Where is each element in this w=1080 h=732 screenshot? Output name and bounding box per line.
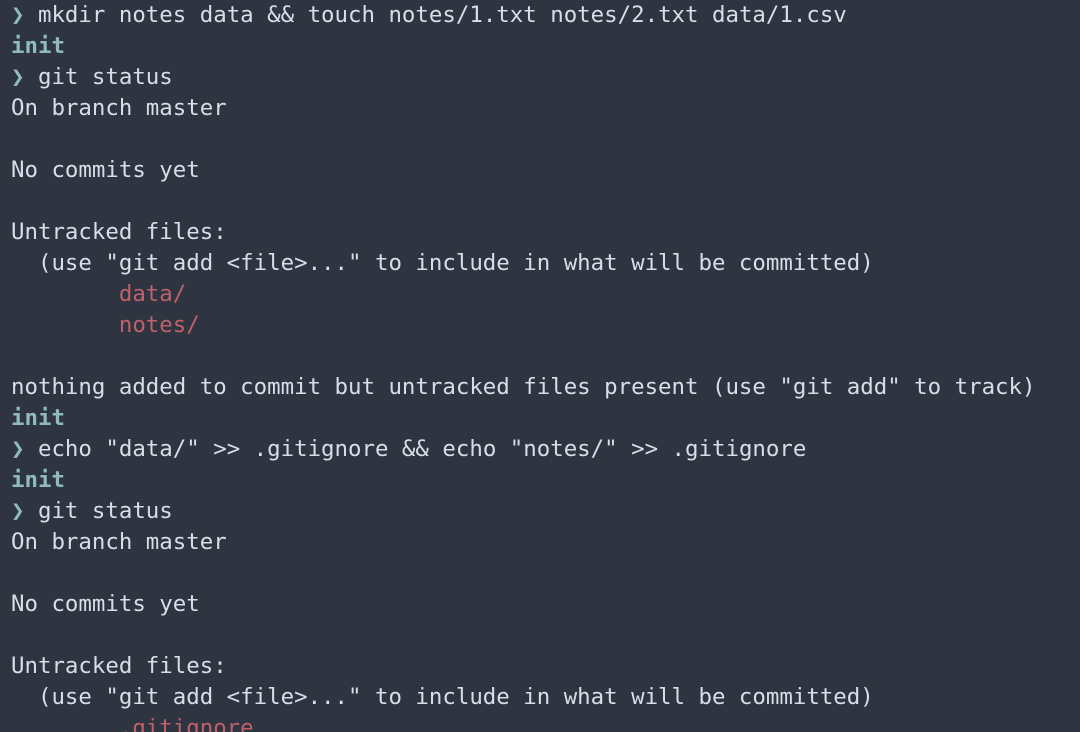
prompt-branch-name: init — [11, 405, 65, 431]
output-text: No commits yet — [11, 591, 200, 617]
prompt-chevron-icon: ❯ — [11, 64, 25, 90]
prompt-chevron-icon: ❯ — [11, 436, 25, 462]
output-line: (use "git add <file>..." to include in w… — [11, 248, 1080, 278]
command-line: ❯ echo "data/" >> .gitignore && echo "no… — [11, 434, 1080, 464]
command-line: ❯ git status — [11, 62, 1080, 92]
output-text: Untracked files: — [11, 653, 227, 679]
command-text: git status — [37, 498, 173, 524]
output-text: nothing added to commit but untracked fi… — [11, 374, 1036, 400]
command-text: echo "data/" >> .gitignore && echo "note… — [37, 436, 807, 462]
untracked-file: notes/ — [11, 310, 1080, 340]
output-text: No commits yet — [11, 157, 200, 183]
output-text: On branch master — [11, 95, 227, 121]
terminal-output: ❯ mkdir notes data && touch notes/1.txt … — [11, 0, 1080, 732]
output-text: On branch master — [11, 529, 227, 555]
prompt-chevron-icon: ❯ — [11, 2, 25, 28]
command-line: ❯ git status — [11, 496, 1080, 526]
output-line: Untracked files: — [11, 651, 1080, 681]
output-line: On branch master — [11, 527, 1080, 557]
untracked-file-name: data/ — [118, 281, 187, 307]
output-text: Untracked files: — [11, 219, 227, 245]
output-text: (use "git add <file>..." to include in w… — [11, 684, 874, 710]
output-line: Untracked files: — [11, 217, 1080, 247]
untracked-file: data/ — [11, 279, 1080, 309]
output-line: nothing added to commit but untracked fi… — [11, 372, 1080, 402]
output-line: No commits yet — [11, 589, 1080, 619]
prompt-branch-name: init — [11, 467, 65, 493]
prompt-branch-line: init — [11, 465, 1080, 495]
command-text: mkdir notes data && touch notes/1.txt no… — [37, 2, 847, 28]
output-line: (use "git add <file>..." to include in w… — [11, 682, 1080, 712]
output-line: On branch master — [11, 93, 1080, 123]
untracked-file-name: .gitignore — [118, 715, 254, 732]
untracked-file-name: notes/ — [118, 312, 200, 338]
command-line: ❯ mkdir notes data && touch notes/1.txt … — [11, 0, 1080, 30]
prompt-branch-line: init — [11, 403, 1080, 433]
prompt-branch-name: init — [11, 33, 65, 59]
output-text: (use "git add <file>..." to include in w… — [11, 250, 874, 276]
output-line: No commits yet — [11, 155, 1080, 185]
prompt-branch-line: init — [11, 31, 1080, 61]
command-text: git status — [37, 64, 173, 90]
terminal-window[interactable]: ❯ mkdir notes data && touch notes/1.txt … — [0, 0, 1080, 732]
prompt-chevron-icon: ❯ — [11, 498, 25, 524]
untracked-file: .gitignore — [11, 713, 1080, 732]
